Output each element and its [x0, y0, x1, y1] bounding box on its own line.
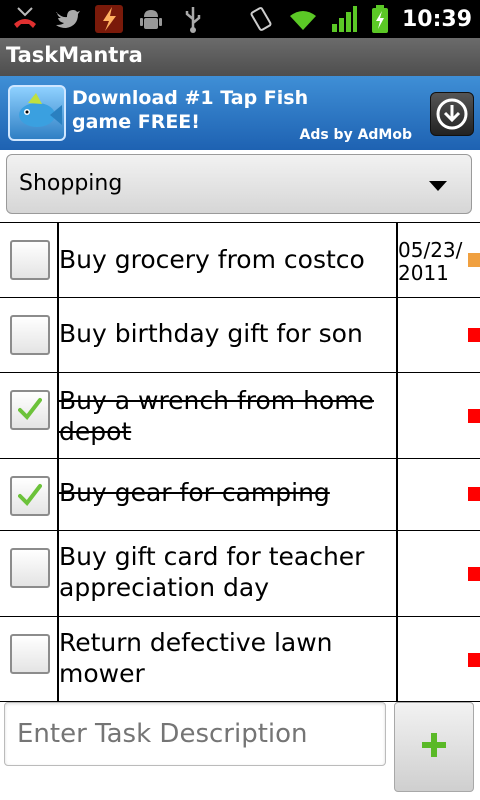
main-content: Shopping Buy grocery from costco 05/23/ …: [0, 150, 480, 800]
date-column: 05/23/ 2011: [396, 223, 480, 297]
status-bar: 10:39: [0, 0, 480, 38]
task-description-field[interactable]: [4, 702, 386, 766]
flash-app-icon: [95, 5, 123, 33]
download-icon[interactable]: [430, 92, 474, 136]
task-text[interactable]: Buy a wrench from home depot: [59, 385, 391, 447]
twitter-icon: [56, 10, 80, 28]
task-list: Buy grocery from costco 05/23/ 2011 Buy …: [0, 222, 480, 702]
checkbox-column: [0, 373, 59, 458]
date-column: [396, 298, 480, 372]
checkbox-column: [0, 223, 59, 297]
ad-byline: Ads by AdMob: [299, 127, 412, 143]
date-column: [396, 531, 480, 616]
task-text[interactable]: Buy gear for camping: [59, 477, 391, 508]
priority-indicator: [468, 253, 480, 267]
task-checkbox[interactable]: [10, 634, 50, 674]
fish-game-icon: [8, 85, 66, 141]
task-row[interactable]: Return defective lawn mower: [0, 616, 480, 702]
task-row[interactable]: Buy a wrench from home depot: [0, 372, 480, 458]
app-title-bar: TaskMantra: [0, 38, 480, 77]
task-description-input[interactable]: [5, 703, 385, 765]
dropdown-arrow-icon: [429, 181, 447, 191]
task-row[interactable]: Buy gear for camping: [0, 458, 480, 530]
task-row[interactable]: Buy grocery from costco 05/23/ 2011: [0, 222, 480, 297]
checkbox-column: [0, 531, 59, 616]
signal-icon: [331, 6, 357, 32]
add-task-button[interactable]: [394, 702, 474, 792]
checkbox-column: [0, 459, 59, 530]
task-checkbox[interactable]: [10, 240, 50, 280]
android-debug-icon: [140, 10, 162, 29]
app-title: TaskMantra: [6, 43, 143, 67]
priority-indicator: [468, 409, 480, 423]
ad-banner[interactable]: Download #1 Tap Fish game FREE! Ads by A…: [0, 76, 480, 150]
task-text[interactable]: Buy gift card for teacher appreciation d…: [59, 541, 391, 603]
task-checkbox[interactable]: [10, 476, 50, 516]
vibrate-icon: [250, 7, 272, 31]
wifi-icon: [289, 11, 316, 30]
task-text[interactable]: Buy birthday gift for son: [59, 318, 391, 349]
task-checkbox[interactable]: [10, 315, 50, 355]
missed-call-icon: [14, 7, 36, 28]
priority-indicator: [468, 567, 480, 581]
usb-icon: [185, 7, 201, 33]
checkbox-column: [0, 298, 59, 372]
checkmark-icon: [18, 484, 42, 507]
date-column: [396, 373, 480, 458]
notification-icons: [10, 4, 208, 34]
task-row[interactable]: Buy birthday gift for son: [0, 297, 480, 372]
checkbox-column: [0, 617, 59, 701]
system-icons: 10:39: [246, 4, 472, 34]
battery-charging-icon: [371, 5, 388, 33]
task-text[interactable]: Return defective lawn mower: [59, 627, 391, 689]
category-selected: Shopping: [19, 171, 123, 196]
task-text[interactable]: Buy grocery from costco: [59, 244, 391, 275]
task-row[interactable]: Buy gift card for teacher appreciation d…: [0, 530, 480, 616]
clock: 10:39: [401, 6, 472, 32]
task-checkbox[interactable]: [10, 548, 50, 588]
task-checkbox[interactable]: [10, 390, 50, 430]
priority-indicator: [468, 487, 480, 501]
date-column: [396, 617, 480, 701]
category-spinner[interactable]: Shopping: [6, 154, 472, 214]
task-due-date: 05/23/ 2011: [398, 238, 463, 285]
plus-icon-vertical: [431, 733, 437, 757]
priority-indicator: [468, 653, 480, 667]
priority-indicator: [468, 328, 480, 342]
checkmark-icon: [18, 398, 42, 421]
date-column: [396, 459, 480, 530]
